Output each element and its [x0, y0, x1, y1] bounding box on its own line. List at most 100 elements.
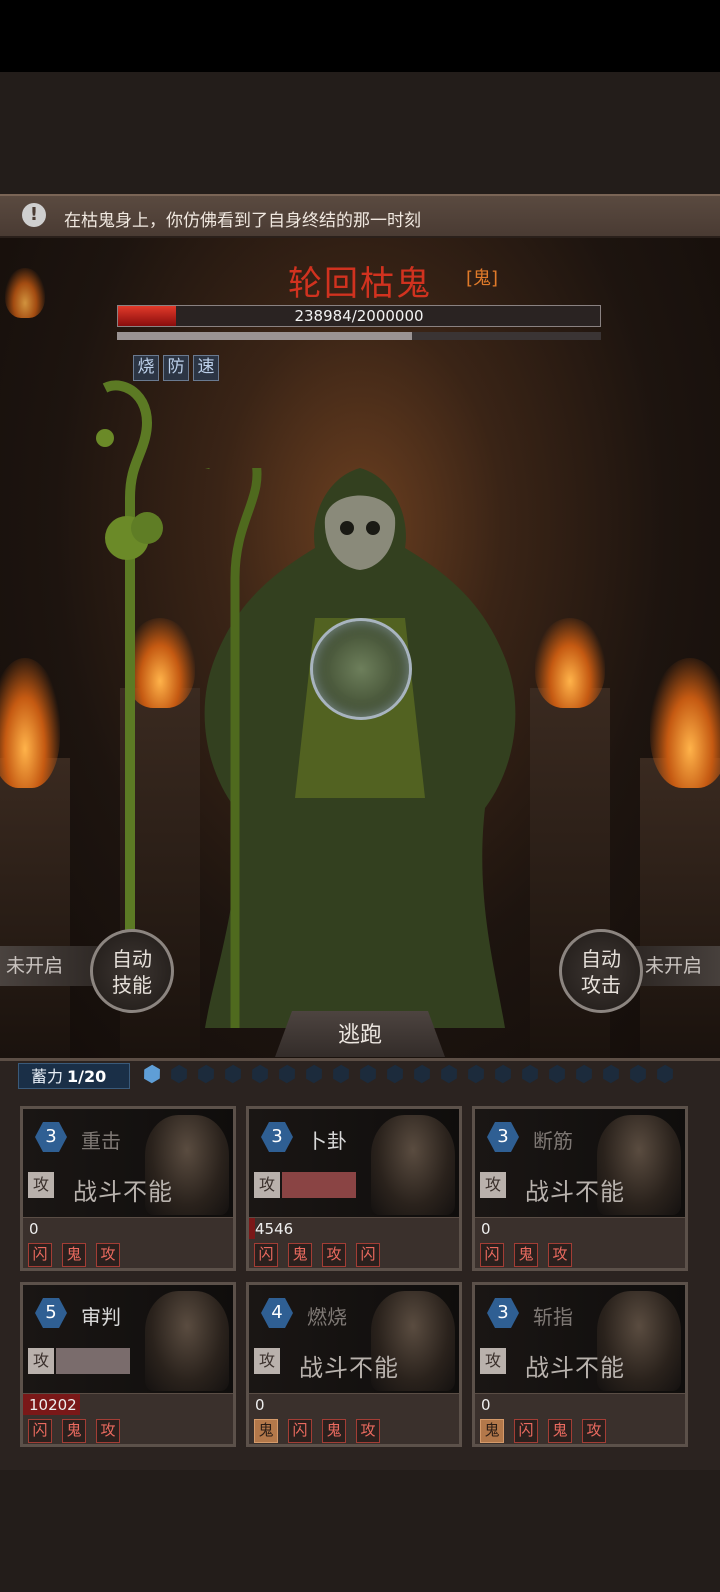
trait-tag: 闪: [28, 1243, 52, 1267]
flame-left: [0, 658, 60, 788]
value-readout: 0: [475, 1217, 685, 1239]
auto-attack-line2: 攻击: [581, 973, 621, 997]
boss-name: 轮回枯鬼: [288, 264, 432, 304]
action-gauge: [282, 1172, 356, 1198]
status-bar: [0, 0, 720, 72]
tag-row: 闪鬼攻闪: [254, 1243, 380, 1267]
disabled-label: 战斗不能: [299, 1354, 399, 1382]
trait-tag: 鬼: [62, 1243, 86, 1267]
character-portrait: [145, 1291, 229, 1391]
charge-pips: [143, 1065, 674, 1083]
charge-pip: [410, 1062, 435, 1087]
skill-name[interactable]: 断筋: [533, 1125, 573, 1154]
charge-pip: [194, 1062, 219, 1087]
flee-button[interactable]: 逃跑: [275, 1011, 445, 1057]
trait-tag: 攻: [582, 1419, 606, 1443]
trait-tag: 闪: [480, 1243, 504, 1267]
charge-pip: [248, 1062, 273, 1087]
character-card[interactable]: 3 卜卦攻 4546 闪鬼攻闪: [246, 1106, 462, 1271]
charge-pip: [167, 1062, 192, 1087]
trait-tag: 鬼: [288, 1243, 312, 1267]
flame-right: [650, 658, 720, 788]
charge-pip: [464, 1062, 489, 1087]
trait-tag: 闪: [288, 1419, 312, 1443]
boss-title: 轮回枯鬼: [0, 256, 720, 305]
skill-name[interactable]: 燃烧: [307, 1301, 347, 1330]
charge-value: 1/20: [67, 1067, 107, 1086]
charge-pip: [437, 1062, 462, 1087]
target-ring[interactable]: [310, 618, 412, 720]
charge-pip: [329, 1062, 354, 1087]
value-readout: 10202: [23, 1393, 233, 1415]
attack-icon[interactable]: 攻: [480, 1348, 506, 1374]
disabled-label: 战斗不能: [73, 1178, 173, 1206]
boss-buffs: 烧 防 速: [133, 355, 219, 381]
action-gauge: [56, 1348, 130, 1374]
trait-tag: 闪: [28, 1419, 52, 1443]
value-readout: 0: [249, 1393, 459, 1415]
character-card[interactable]: 5 审判攻 10202 闪鬼攻: [20, 1282, 236, 1447]
disabled-label: 战斗不能: [525, 1354, 625, 1382]
skill-name[interactable]: 斩指: [533, 1301, 573, 1330]
auto-skill-button[interactable]: 自动 技能: [90, 929, 174, 1013]
character-card[interactable]: 3 斩指攻战斗不能 0 鬼闪鬼攻: [472, 1282, 688, 1447]
character-portrait: [371, 1115, 455, 1215]
exclamation-icon: !: [22, 203, 46, 227]
pillar-left: [0, 758, 70, 1058]
bottom-area: [0, 1470, 720, 1592]
boss-hp-text: 238984/2000000: [294, 307, 424, 325]
skill-name[interactable]: 重击: [81, 1125, 121, 1154]
value-readout: 0: [23, 1217, 233, 1239]
charge-pip: [572, 1062, 597, 1087]
notice-banner: ! 在枯鬼身上，你仿佛看到了自身终结的那一时刻: [0, 194, 720, 238]
character-card[interactable]: 3 断筋攻战斗不能 0 闪鬼攻: [472, 1106, 688, 1271]
trait-tag: 闪: [514, 1419, 538, 1443]
skill-name[interactable]: 审判: [81, 1301, 121, 1330]
charge-pip: [140, 1062, 165, 1087]
attack-icon[interactable]: 攻: [254, 1348, 280, 1374]
boss-secondary-fill: [117, 332, 413, 340]
auto-attack-button[interactable]: 自动 攻击: [559, 929, 643, 1013]
skill-name[interactable]: 卜卦: [307, 1125, 347, 1154]
trait-tag: 闪: [356, 1243, 380, 1267]
boss-figure: [204, 468, 516, 1028]
value-readout: 4546: [249, 1217, 459, 1239]
trait-tag: 鬼: [480, 1419, 504, 1443]
trait-tag: 鬼: [254, 1419, 278, 1443]
charge-text: 蓄力: [31, 1067, 64, 1086]
boss-hp-bar: 238984/2000000: [117, 305, 601, 327]
buff-defense-icon: 防: [163, 355, 189, 381]
disabled-label: 战斗不能: [525, 1178, 625, 1206]
auto-attack-status: 未开启: [635, 946, 720, 986]
attack-icon[interactable]: 攻: [254, 1172, 280, 1198]
staff-icon: [96, 380, 163, 938]
charge-pip: [626, 1062, 651, 1087]
trait-tag: 攻: [322, 1243, 346, 1267]
pillar-right: [640, 758, 720, 1058]
attack-icon[interactable]: 攻: [28, 1172, 54, 1198]
character-card[interactable]: 4 燃烧攻战斗不能 0 鬼闪鬼攻: [246, 1282, 462, 1447]
charge-label: 蓄力 1/20: [18, 1063, 130, 1089]
trait-tag: 攻: [356, 1419, 380, 1443]
trait-tag: 闪: [254, 1243, 278, 1267]
tag-row: 鬼闪鬼攻: [480, 1419, 606, 1443]
auto-skill-line1: 自动: [112, 947, 152, 971]
charge-pip: [545, 1062, 570, 1087]
charge-pip: [275, 1062, 300, 1087]
buff-speed-icon: 速: [193, 355, 219, 381]
tag-row: 闪鬼攻: [28, 1243, 120, 1267]
trait-tag: 鬼: [62, 1419, 86, 1443]
value-readout: 0: [475, 1393, 685, 1415]
charge-pip: [599, 1062, 624, 1087]
trait-tag: 鬼: [514, 1243, 538, 1267]
charge-pip: [653, 1062, 678, 1087]
trait-tag: 鬼: [322, 1419, 346, 1443]
charge-pip: [383, 1062, 408, 1087]
tag-row: 闪鬼攻: [480, 1243, 572, 1267]
charge-pip: [518, 1062, 543, 1087]
attack-icon[interactable]: 攻: [28, 1348, 54, 1374]
buff-burn-icon: 烧: [133, 355, 159, 381]
character-card[interactable]: 3 重击攻战斗不能 0 闪鬼攻: [20, 1106, 236, 1271]
charge-pip: [221, 1062, 246, 1087]
attack-icon[interactable]: 攻: [480, 1172, 506, 1198]
